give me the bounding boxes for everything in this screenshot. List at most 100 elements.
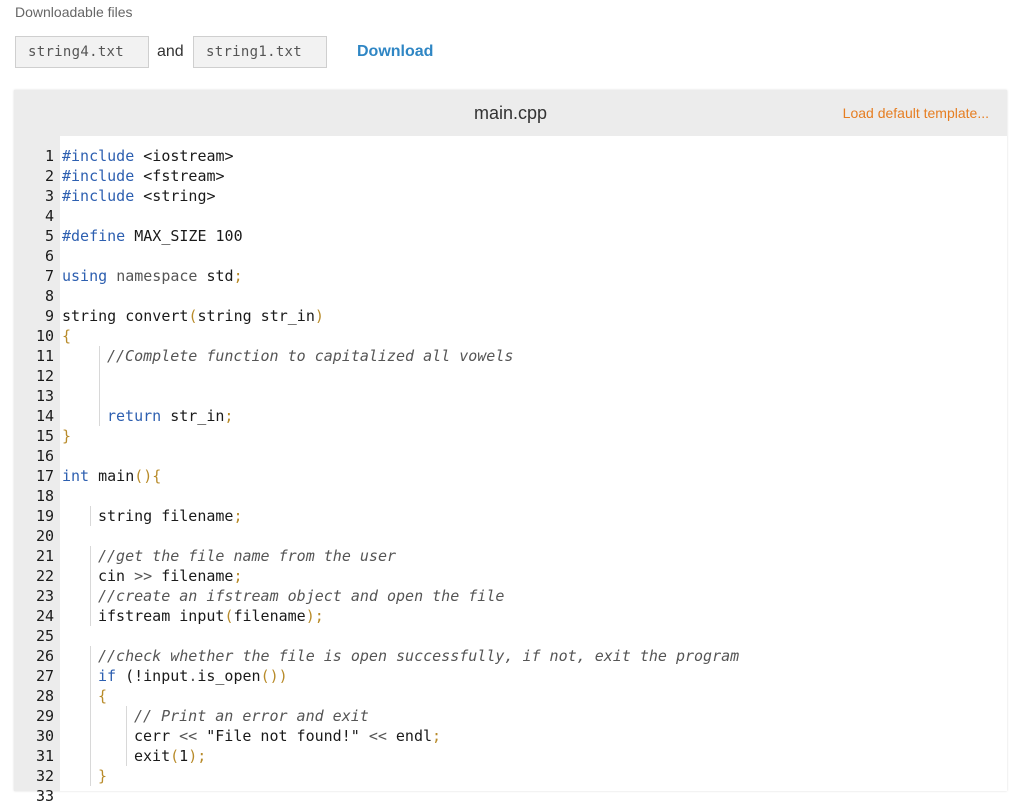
indent-guide [126, 726, 127, 746]
code-token: std [197, 267, 234, 285]
code-token: 1 [179, 747, 189, 765]
code-token: str_in [161, 407, 225, 425]
code-text: //check whether the file is open success… [98, 646, 739, 666]
line-number: 5 [44, 227, 54, 245]
line-number: 19 [35, 507, 54, 525]
indent-guide [90, 746, 91, 766]
code-token: is_open [197, 667, 261, 685]
code-line: 8 [14, 286, 1007, 306]
line-number: 32 [35, 767, 54, 785]
code-text: { [62, 326, 71, 346]
line-number: 27 [35, 667, 54, 685]
indent-guide [99, 406, 100, 426]
code-token: <string> [134, 187, 216, 205]
line-number: 15 [35, 427, 54, 445]
load-default-template-link[interactable]: Load default template... [843, 105, 989, 121]
code-token: !input [134, 667, 189, 685]
code-token: << [179, 727, 198, 745]
code-line: 33 [14, 786, 1007, 806]
code-line: 7 using namespace std; [14, 266, 1007, 286]
indent-guide [90, 706, 91, 726]
code-text: cin >> filename; [98, 566, 243, 586]
editor-header: main.cpp Load default template... [14, 90, 1007, 136]
code-text: exit(1); [134, 746, 206, 766]
line-number: 2 [44, 167, 54, 185]
code-text: } [62, 426, 71, 446]
code-token: ); [188, 747, 207, 765]
line-number: 4 [44, 207, 54, 225]
code-token: ifstream input [98, 607, 225, 625]
line-number: 1 [44, 147, 54, 165]
code-text: //Complete function to capitalized all v… [107, 346, 513, 366]
line-number: 26 [35, 647, 54, 665]
line-number: 7 [44, 267, 54, 285]
code-editor[interactable]: main.cpp Load default template... 1 #incl… [14, 90, 1007, 805]
code-token: main [89, 467, 135, 485]
line-number: 30 [35, 727, 54, 745]
code-line: 26 //check whether the file is open succe… [14, 646, 1007, 666]
code-token: ; [233, 567, 243, 585]
code-text: #include <iostream> [62, 146, 234, 166]
file-chip-string4[interactable]: string4.txt [15, 36, 149, 68]
line-number: 28 [35, 687, 54, 705]
code-line: 16 [14, 446, 1007, 466]
code-token: (){ [134, 467, 162, 485]
indent-guide [126, 746, 127, 766]
line-number: 29 [35, 707, 54, 725]
code-token: "File not found!" [197, 727, 369, 745]
code-line: 20 [14, 526, 1007, 546]
code-token: cerr [134, 727, 180, 745]
code-token: string str_in [197, 307, 315, 325]
code-text: string filename; [98, 506, 243, 526]
code-text: #include <string> [62, 186, 216, 206]
line-number: 3 [44, 187, 54, 205]
file-chip-string1[interactable]: string1.txt [193, 36, 327, 68]
code-text: cerr << "File not found!" << endl; [134, 726, 441, 746]
download-link[interactable]: Download [357, 43, 433, 61]
code-token: using [62, 267, 108, 285]
code-token: } [98, 767, 108, 785]
indent-guide [90, 666, 91, 686]
code-token: //Complete function to capitalized all v… [107, 347, 514, 365]
code-token: ; [233, 507, 243, 525]
code-token: { [62, 327, 72, 345]
line-number: 18 [35, 487, 54, 505]
indent-guide [90, 566, 91, 586]
code-token: << [368, 727, 387, 745]
code-line: 29 // Print an error and exit [14, 706, 1007, 726]
code-text: #define MAX_SIZE 100 [62, 226, 243, 246]
indent-guide [90, 766, 91, 786]
line-number: 20 [35, 527, 54, 545]
code-token: { [98, 687, 108, 705]
line-number: 9 [44, 307, 54, 325]
code-token: filename [152, 567, 234, 585]
indent-guide [99, 346, 100, 366]
indent-guide [90, 686, 91, 706]
code-line: 19 string filename; [14, 506, 1007, 526]
code-line: 22 cin >> filename; [14, 566, 1007, 586]
indent-guide [90, 646, 91, 666]
line-number: 14 [35, 407, 54, 425]
code-text: ifstream input(filename); [98, 606, 324, 626]
code-line: 24 ifstream input(filename); [14, 606, 1007, 626]
code-area[interactable]: 1 #include <iostream> 2 #include <fstream> 3… [14, 146, 1007, 806]
code-token: ; [233, 267, 243, 285]
code-token: // Print an error and exit [134, 707, 369, 725]
code-line: 27 if (!input.is_open()) [14, 666, 1007, 686]
indent-guide [90, 726, 91, 746]
code-token: filename [233, 607, 306, 625]
downloadable-files-label: Downloadable files [15, 4, 133, 20]
line-number: 22 [35, 567, 54, 585]
code-token: endl [386, 727, 433, 745]
line-number: 31 [35, 747, 54, 765]
code-line: 18 [14, 486, 1007, 506]
code-token: #include [62, 147, 135, 165]
code-token: ) [314, 307, 324, 325]
line-number: 12 [35, 367, 54, 385]
code-text: //get the file name from the user [98, 546, 396, 566]
code-line: 3 #include <string> [14, 186, 1007, 206]
code-line: 13 [14, 386, 1007, 406]
line-number: 21 [35, 547, 54, 565]
indent-guide [90, 506, 91, 526]
